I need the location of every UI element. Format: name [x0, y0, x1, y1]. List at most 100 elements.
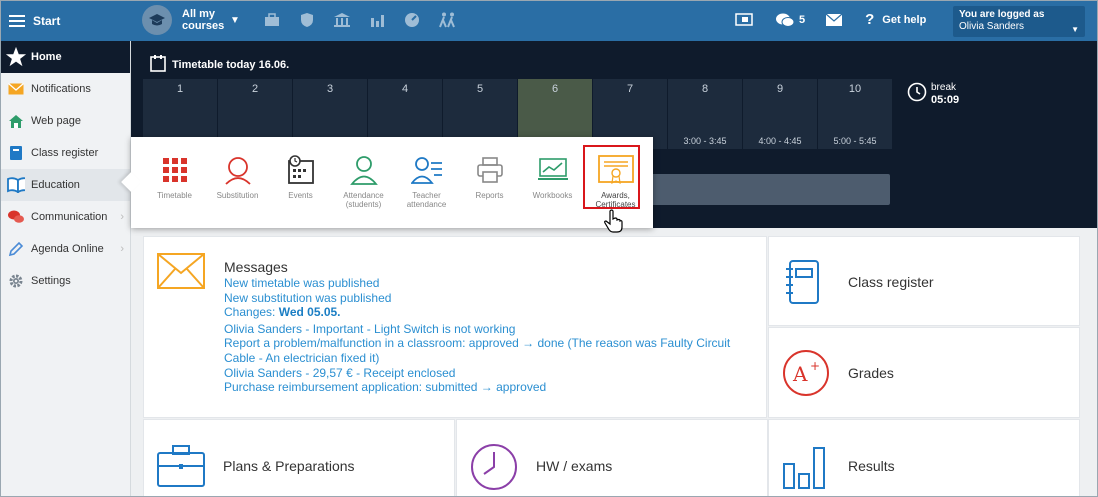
- hw-exams-tile[interactable]: HW / exams: [456, 419, 768, 496]
- submenu-label: Timetable: [157, 191, 192, 200]
- user-account-dropdown[interactable]: You are logged as Olivia Sanders ▼: [953, 6, 1085, 37]
- sidebar-item-label: Class register: [31, 147, 99, 159]
- submenu-item-teacher-attendance[interactable]: Teacher attendance: [395, 155, 458, 209]
- bar-chart-icon: [782, 444, 828, 495]
- sidebar-item-label: Agenda Online: [31, 243, 104, 255]
- results-label: Results: [848, 458, 895, 474]
- message-link[interactable]: Olivia Sanders - Important - Light Switc…: [224, 322, 754, 337]
- hw-exams-label: HW / exams: [536, 458, 613, 474]
- right-tools: 5 ? Get help: [735, 11, 926, 28]
- sidebar-item-label: Education: [31, 179, 80, 191]
- period-cell[interactable]: 8 3:00 - 3:45: [668, 79, 742, 149]
- messages-tile[interactable]: Messages New timetable was published New…: [143, 236, 767, 418]
- calendar-clock-icon: [286, 155, 316, 187]
- hamburger-icon: [9, 15, 25, 27]
- caret-down-icon: ▼: [1071, 25, 1079, 34]
- user-name: Olivia Sanders: [959, 21, 1025, 32]
- messages-list: New timetable was published New substitu…: [224, 276, 754, 395]
- briefcase-icon[interactable]: [263, 11, 281, 29]
- sidebar-item-agenda-online[interactable]: Agenda Online ›: [1, 233, 130, 265]
- message-link[interactable]: New substitution was published: [224, 291, 754, 306]
- cast-screen-icon[interactable]: [735, 12, 753, 28]
- person-icon: [349, 155, 378, 187]
- submenu-label: Events: [288, 191, 313, 200]
- envelope-icon: [7, 80, 25, 98]
- period-cell[interactable]: 10 5:00 - 5:45: [818, 79, 892, 149]
- sidebar-item-communication[interactable]: Communication ›: [1, 201, 130, 233]
- bar-chart-icon[interactable]: [368, 11, 386, 29]
- caret-down-icon: ▼: [230, 14, 240, 26]
- mail-icon[interactable]: [825, 13, 843, 27]
- courses-label: All my courses: [182, 8, 225, 32]
- results-tile[interactable]: Results: [768, 419, 1080, 496]
- sidebar-item-home[interactable]: Home: [1, 41, 130, 73]
- submenu-item-timetable[interactable]: Timetable: [143, 155, 206, 209]
- chat-icon: [7, 208, 25, 226]
- period-cell[interactable]: 9 4:00 - 4:45: [743, 79, 817, 149]
- sidebar-item-education[interactable]: Education: [1, 169, 130, 201]
- timetable-title-text: Timetable today 16.06.: [172, 58, 290, 71]
- break-indicator: break 05:09: [907, 81, 959, 107]
- messages-count-badge: 5: [799, 13, 806, 26]
- chevron-right-icon: ›: [120, 243, 124, 255]
- message-link[interactable]: Report a problem/malfunction in a classr…: [224, 336, 754, 365]
- submenu-item-attendance-students[interactable]: Attendance (students): [332, 155, 395, 209]
- message-link[interactable]: Olivia Sanders - 29,57 € - Receipt enclo…: [224, 366, 754, 381]
- clock-icon: [907, 82, 927, 107]
- get-help-link[interactable]: Get help: [882, 14, 926, 26]
- sidebar-item-label: Communication: [31, 211, 108, 223]
- submenu-label: Substitution: [216, 191, 259, 200]
- submenu-items: Timetable Substitution Events Attendance…: [143, 155, 647, 209]
- book-icon: [7, 144, 25, 162]
- shield-icon[interactable]: [298, 11, 316, 29]
- open-book-icon: [7, 176, 25, 194]
- house-icon: [7, 112, 25, 130]
- logged-as-label: You are logged as: [959, 9, 1045, 20]
- sidebar-item-web-page[interactable]: Web page: [1, 105, 130, 137]
- plans-label: Plans & Preparations: [223, 458, 355, 474]
- chat-bubbles-icon[interactable]: [775, 12, 795, 28]
- graduation-cap-icon: [142, 5, 172, 35]
- start-menu-button[interactable]: Start: [1, 1, 131, 41]
- hand-cursor-icon: [604, 209, 624, 238]
- top-nav-icons: [263, 11, 456, 29]
- courses-selector[interactable]: All my courses ▼: [142, 5, 240, 35]
- search-bar[interactable]: [649, 174, 890, 205]
- submenu-item-substitution[interactable]: Substitution: [206, 155, 269, 209]
- sidebar: Home Notifications Web page Class regist…: [1, 41, 131, 496]
- printer-icon: [476, 156, 504, 186]
- sidebar-item-label: Notifications: [31, 83, 91, 95]
- submenu-label: Attendance (students): [343, 191, 384, 209]
- submenu-label: Workbooks: [532, 191, 573, 200]
- notebook-icon: [785, 259, 821, 310]
- submenu-item-events[interactable]: Events: [269, 155, 332, 209]
- chevron-right-icon: ›: [120, 211, 124, 223]
- pencil-icon: [7, 240, 25, 258]
- speedometer-icon[interactable]: [403, 11, 421, 29]
- submenu-item-workbooks[interactable]: Workbooks: [521, 155, 584, 209]
- message-link[interactable]: Purchase reimbursement application: subm…: [224, 380, 754, 395]
- svg-text:A: A: [792, 362, 808, 386]
- people-walking-icon[interactable]: [438, 11, 456, 29]
- message-link[interactable]: Changes: Wed 05.05.: [224, 305, 754, 320]
- highlight-box: [583, 145, 640, 209]
- submenu-item-reports[interactable]: Reports: [458, 155, 521, 209]
- sidebar-item-notifications[interactable]: Notifications: [1, 73, 130, 105]
- timetable-title: Timetable today 16.06.: [150, 54, 289, 75]
- message-link[interactable]: New timetable was published: [224, 276, 754, 291]
- gear-icon: [7, 272, 25, 290]
- sidebar-item-settings[interactable]: Settings: [1, 265, 130, 297]
- submenu-label: Reports: [475, 191, 504, 200]
- grades-label: Grades: [848, 365, 894, 381]
- class-register-label: Class register: [848, 274, 934, 290]
- plans-tile[interactable]: Plans & Preparations: [143, 419, 455, 496]
- person-list-icon: [409, 155, 443, 187]
- sidebar-home-label: Home: [31, 51, 62, 63]
- class-register-tile[interactable]: Class register: [768, 236, 1080, 326]
- sidebar-item-class-register[interactable]: Class register: [1, 137, 130, 169]
- timetable-grid-icon: [162, 157, 188, 185]
- institution-icon[interactable]: [333, 11, 351, 29]
- grades-tile[interactable]: A + Grades: [768, 327, 1080, 418]
- help-question-icon[interactable]: ?: [865, 11, 874, 28]
- top-bar: Start All my courses ▼ 5 ? Get help You …: [1, 1, 1097, 41]
